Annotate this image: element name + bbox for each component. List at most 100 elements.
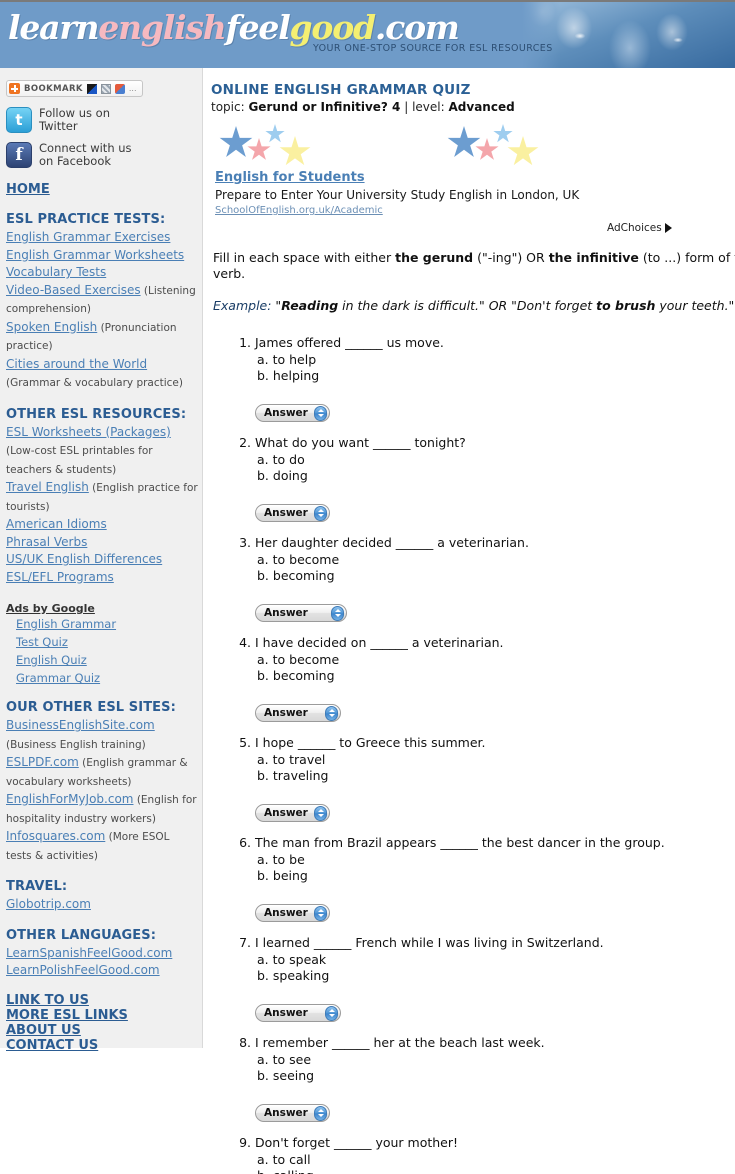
answer-dropdown-7[interactable]: Answer (255, 1004, 341, 1022)
answer-dropdown-2[interactable]: Answer (255, 504, 330, 522)
question-6-option-a: a. to be (257, 851, 305, 867)
bookmark-more-icon[interactable]: ... (129, 84, 137, 93)
facebook-text: Connect with us on Facebook (39, 142, 132, 168)
star-blue-icon (219, 126, 253, 157)
star-yellow-icon (279, 136, 311, 166)
sidebar-resource-link-3[interactable]: American Idioms (6, 517, 107, 531)
sidebar-resource-link-1[interactable]: ESL Worksheets (Packages) (6, 425, 171, 439)
chevron-up-icon (317, 409, 324, 412)
facebook-glyph: f (15, 145, 23, 165)
question-text-4: I have decided on ______ a veterinarian. (255, 635, 504, 650)
sidebar-site-link-3[interactable]: EnglishForMyJob.com (6, 792, 133, 806)
meta-separator: | (400, 100, 413, 114)
instructions-text: Fill in each space with either the gerun… (213, 250, 735, 282)
sidebar-site-link-1[interactable]: BusinessEnglishSite.com (6, 718, 155, 732)
sidebar-site-link-row: ESLPDF.com (English grammar & vocabulary… (6, 753, 198, 790)
sidebar-site-link-row: EnglishForMyJob.com (English for hospita… (6, 790, 198, 827)
question-5-option-b: b. traveling (257, 768, 329, 783)
sidebar-google-ad-link-4[interactable]: Grammar Quiz (16, 671, 198, 685)
chevron-down-icon (328, 714, 335, 717)
level-prefix: level: (412, 100, 449, 114)
sidebar-link-home[interactable]: HOME (6, 182, 198, 197)
answer-dropdown-label-7: Answer (264, 1006, 308, 1019)
stars-graphic-right (445, 124, 541, 166)
sidebar-travel-link-1[interactable]: Globotrip.com (6, 897, 91, 911)
facebook-line1: Connect with us (39, 141, 132, 155)
question-5-option-a: a. to travel (257, 751, 326, 767)
sidebar-travel-list: Globotrip.com (4, 895, 198, 913)
chevron-updown-icon (314, 405, 327, 421)
sidebar-practice-link-3[interactable]: Vocabulary Tests (6, 265, 106, 279)
facebook-icon[interactable]: f (6, 142, 32, 168)
answer-dropdown-label-2: Answer (264, 506, 308, 519)
share-grid-icon[interactable] (100, 83, 111, 94)
share-messenger-icon[interactable] (114, 83, 125, 94)
answer-dropdown-8[interactable]: Answer (255, 1104, 330, 1122)
sidebar-google-ad-link-2[interactable]: Test Quiz (16, 635, 198, 649)
question-item-6: The man from Brazil appears ______ the b… (255, 835, 735, 922)
chevron-up-icon (328, 709, 335, 712)
sidebar-language-link-1[interactable]: LearnSpanishFeelGood.com (6, 946, 172, 960)
bookmark-widget[interactable]: BOOKMARK ... (6, 80, 143, 97)
sidebar-practice-link-row: Spoken English (Pronunciation practice) (6, 318, 198, 355)
chevron-updown-icon (314, 1105, 327, 1121)
sidebar-resource-link-5[interactable]: US/UK English Differences (6, 552, 162, 566)
twitter-icon[interactable]: t (6, 107, 32, 133)
instr-bold1: the gerund (395, 250, 474, 265)
chevron-down-icon (328, 1014, 335, 1017)
sidebar-practice-link-4[interactable]: Video-Based Exercises (6, 283, 141, 297)
sidebar-footer-link-1[interactable]: LINK TO US (6, 993, 198, 1008)
example-bold2: to brush (596, 298, 656, 313)
quiz-meta: topic: Gerund or Infinitive? 4 | level: … (211, 100, 735, 114)
answer-dropdown-1[interactable]: Answer (255, 404, 330, 422)
header-photo (522, 2, 735, 68)
adchoices-label: AdChoices (607, 222, 662, 234)
chevron-up-icon (328, 1009, 335, 1012)
twitter-text: Follow us on Twitter (39, 107, 110, 133)
sidebar-site-link-note-1: (Business English training) (6, 738, 146, 751)
topic-prefix: topic: (211, 100, 249, 114)
answer-dropdown-4[interactable]: Answer (255, 704, 341, 722)
sidebar-practice-link-2[interactable]: English Grammar Worksheets (6, 248, 184, 262)
sidebar-resource-link-6[interactable]: ESL/EFL Programs (6, 570, 114, 584)
answer-dropdown-5[interactable]: Answer (255, 804, 330, 822)
sidebar-heading-practice: ESL PRACTICE TESTS: (6, 212, 166, 227)
adchoices-button[interactable]: AdChoices (607, 222, 672, 234)
advertisement-block[interactable]: English for Students Prepare to Enter Yo… (209, 124, 735, 242)
sidebar-google-ad-link-3[interactable]: English Quiz (16, 653, 198, 667)
ad-title-link[interactable]: English for Students (215, 170, 365, 185)
ad-url-link[interactable]: SchoolOfEnglish.org.uk/Academic (215, 205, 383, 216)
page-title: ONLINE ENGLISH GRAMMAR QUIZ (211, 82, 471, 98)
sidebar-site-link-4[interactable]: Infosquares.com (6, 829, 105, 843)
sidebar-footer-link-4[interactable]: CONTACT US (6, 1038, 198, 1053)
question-item-9: Don't forget ______ your mother!a. to ca… (255, 1135, 735, 1174)
answer-dropdown-6[interactable]: Answer (255, 904, 330, 922)
stars-graphic-left (217, 124, 313, 166)
sidebar-resource-link-2[interactable]: Travel English (6, 480, 89, 494)
sidebar-footer-link-2[interactable]: MORE ESL LINKS (6, 1008, 198, 1023)
share-windows-icon[interactable] (86, 83, 97, 94)
sidebar-practice-link-row: English Grammar Exercises (6, 228, 198, 246)
chevron-up-icon (334, 609, 341, 612)
sidebar-practice-link-1[interactable]: English Grammar Exercises (6, 230, 170, 244)
site-tagline: YOUR ONE-STOP SOURCE FOR ESL RESOURCES (313, 43, 553, 54)
social-row-twitter[interactable]: t Follow us on Twitter (6, 107, 198, 133)
answer-dropdown-label-6: Answer (264, 906, 308, 919)
star-cyan-icon (493, 124, 513, 143)
chevron-down-icon (317, 414, 324, 417)
answer-dropdown-3[interactable]: Answer (255, 604, 347, 622)
sidebar-google-ad-link-1[interactable]: English Grammar (16, 617, 198, 631)
question-7-option-a: a. to speak (257, 951, 327, 967)
twitter-line2: Twitter (39, 119, 78, 133)
sidebar-practice-link-6[interactable]: Cities around the World (6, 357, 147, 371)
sidebar-footer-link-3[interactable]: ABOUT US (6, 1023, 198, 1038)
site-logo[interactable]: learnenglishfeelgood.com (8, 8, 460, 48)
chevron-updown-icon (331, 605, 344, 621)
social-row-facebook[interactable]: f Connect with us on Facebook (6, 142, 198, 168)
sidebar-practice-link-5[interactable]: Spoken English (6, 320, 97, 334)
sidebar-site-link-row: Infosquares.com (More ESOL tests & activ… (6, 827, 198, 864)
sidebar-language-link-2[interactable]: LearnPolishFeelGood.com (6, 963, 160, 977)
sidebar-practice-link-row: English Grammar Worksheets (6, 246, 198, 264)
sidebar-site-link-2[interactable]: ESLPDF.com (6, 755, 79, 769)
sidebar-resource-link-4[interactable]: Phrasal Verbs (6, 535, 87, 549)
